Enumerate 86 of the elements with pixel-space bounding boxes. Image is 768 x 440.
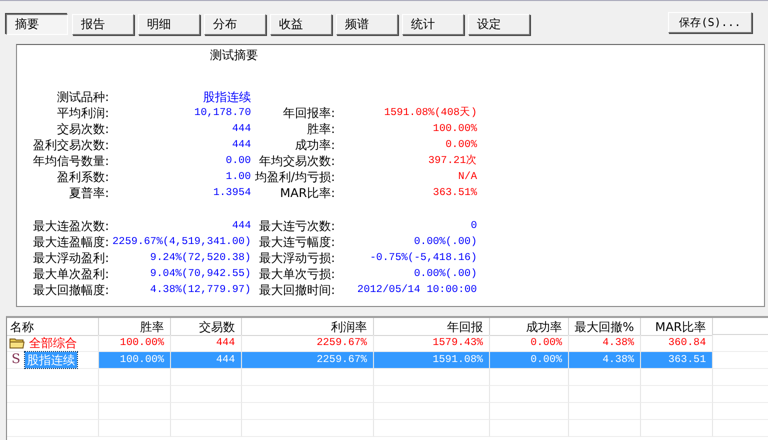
field-label: 最大连亏次数: [258,218,335,234]
field-label: 成功率: [294,137,335,153]
field-value: 9.24%(72,520.38) [149,251,251,266]
column-header[interactable]: 胜率 [99,318,171,336]
empty-cell [99,420,171,437]
empty-cell [99,386,171,403]
field-label: 最大连亏幅度: [258,234,335,250]
tab[interactable]: 分布 [204,14,266,35]
empty-cell [171,369,242,386]
column-header[interactable]: 利润率 [242,318,374,336]
field-label: 年均交易次数: [258,153,335,169]
strategy-icon: S [9,352,23,368]
field-value: 444 [231,122,251,137]
field-label: 最大回撤幅度: [32,282,109,298]
tab[interactable]: 收益 [270,14,332,35]
field-value: 2012/05/14 10:00:00 [356,283,477,298]
field-label: 盈利交易次数: [32,137,109,153]
empty-cell [171,386,242,403]
field-value: 100.00% [432,122,477,137]
field-value: 0 [470,219,477,234]
field-label: 最大连盈幅度: [32,234,109,250]
table-cell: 444 [171,352,242,369]
column-header[interactable]: 交易数 [171,318,242,336]
tab[interactable]: 明细 [138,14,200,35]
field-value: 0.00%(.00) [412,267,477,282]
field-value: 10,178.70 [193,106,251,121]
empty-cell [99,369,171,386]
field-value: 363.51% [432,186,477,201]
table-cell: 100.00% [99,352,171,369]
field-label: 盈利系数: [56,169,109,185]
field-label: 最大连盈次数: [32,218,109,234]
tab[interactable]: 报告 [72,14,134,35]
field-value: 2259.67%(4,519,341.00) [111,235,251,250]
field-value: 444 [231,219,251,234]
summary-title: 测试摘要 [209,47,259,63]
table-cell: 4.38% [569,352,641,369]
field-value: 4.38%(12,779.97) [149,283,251,298]
empty-cell [569,386,641,403]
field-value: 9.04%(70,942.55) [149,267,251,282]
field-value: 1591.08%(408天) [383,106,477,121]
empty-cell [569,369,641,386]
field-value: 1.3954 [212,186,251,201]
field-value: 0.00%(.00) [412,235,477,250]
field-label: 最大回撤时间: [258,282,335,298]
field-label: 年回报率: [282,105,335,121]
column-header[interactable]: 名称 [7,318,99,336]
empty-cell [569,420,641,437]
tab[interactable]: 统计 [402,14,464,35]
field-label: 年均信号数量: [32,153,109,169]
field-value: 1.00 [224,170,251,185]
field-value: 0.00 [224,154,251,169]
field-label: 夏普率: [68,185,109,201]
row-name[interactable]: 全部综合 [27,335,79,351]
field-label: 均盈利/均亏损: [254,169,335,185]
field-label: 最大浮动亏损: [258,250,335,266]
field-label: 胜率: [306,121,335,137]
tab[interactable]: 设定 [468,14,530,35]
save-button[interactable]: 保存(S)... [668,12,752,33]
field-label: 最大浮动盈利: [32,250,109,266]
tab[interactable]: 摘要 [6,14,68,35]
field-value: 股指连续 [202,89,251,105]
field-value: 397.21次 [427,154,477,169]
column-header[interactable]: 年回报 [374,318,490,336]
tab[interactable]: 频谱 [336,14,398,35]
table-cell: 1591.08% [374,352,490,369]
table-cell: 2259.67% [242,352,374,369]
column-header[interactable]: 最大回撤% [569,318,641,336]
field-label: 最大单次亏损: [258,266,335,282]
empty-cell [99,403,171,420]
column-header[interactable]: 成功率 [490,318,569,336]
field-label: 最大单次盈利: [32,266,109,282]
field-label: 交易次数: [56,121,109,137]
column-header[interactable]: MAR比率 [641,318,713,336]
table-cell: 363.51 [641,352,713,369]
field-value: 444 [231,138,251,153]
field-value: N/A [457,170,477,185]
field-label: 测试品种: [56,89,109,105]
table-cell: 0.00% [490,352,569,369]
field-label: 平均利润: [56,105,109,121]
empty-cell [171,403,242,420]
field-value: 0.00% [444,138,477,153]
field-label: MAR比率: [279,185,335,201]
folder-icon [9,337,25,349]
field-value: -0.75%(-5,418.16) [368,251,477,266]
empty-cell [569,403,641,420]
empty-cell [171,420,242,437]
